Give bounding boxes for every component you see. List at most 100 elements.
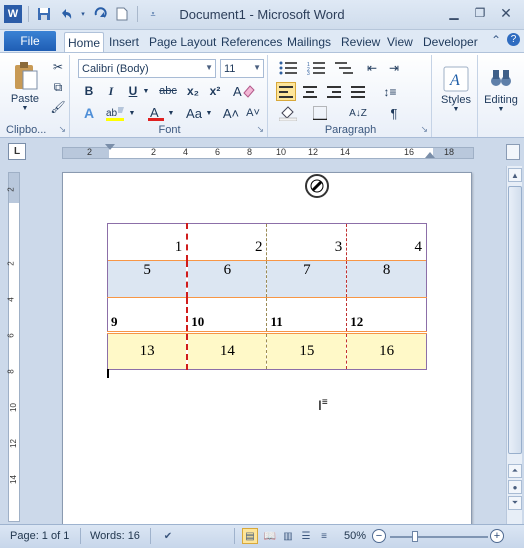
zoom-in-button[interactable]: + bbox=[490, 529, 504, 543]
chevron-down-icon[interactable]: ▼ bbox=[142, 86, 150, 96]
subscript-button[interactable]: x₂ bbox=[184, 82, 202, 100]
superscript-button[interactable]: x² bbox=[206, 82, 224, 100]
grow-font-button[interactable]: A˄ bbox=[222, 104, 240, 122]
tab-home[interactable]: Home bbox=[64, 32, 105, 52]
justify-icon[interactable] bbox=[348, 82, 368, 101]
font-size-combo[interactable]: 11 ▼ bbox=[220, 59, 264, 78]
word-count[interactable]: Words: 16 bbox=[90, 530, 140, 542]
restore-icon[interactable]: ❐ bbox=[468, 4, 492, 22]
word-icon[interactable]: W bbox=[4, 5, 22, 23]
chevron-down-icon[interactable]: ▼ bbox=[205, 108, 213, 118]
vertical-ruler[interactable]: 2 2 4 6 8 10 12 14 bbox=[7, 172, 20, 522]
font-color-icon[interactable]: A bbox=[146, 104, 166, 122]
previous-page-icon[interactable]: ⏶ bbox=[508, 464, 522, 478]
shading-icon[interactable] bbox=[276, 104, 300, 122]
draft-view-icon[interactable]: ≡ bbox=[316, 528, 332, 544]
full-screen-reading-icon[interactable]: 📖 bbox=[262, 528, 278, 544]
clear-formatting-icon[interactable]: A bbox=[230, 82, 258, 100]
outline-view-icon[interactable]: ☰ bbox=[298, 528, 314, 544]
document-page[interactable]: 1 2 3 4 5 6 7 8 9 10 11 12 13 14 15 16 I… bbox=[62, 172, 472, 524]
print-layout-view-icon[interactable]: ▤ bbox=[242, 528, 258, 544]
minimize-ribbon-icon[interactable]: ⌃ bbox=[491, 33, 501, 47]
table-cell[interactable]: 11 bbox=[266, 297, 347, 334]
borders-icon[interactable] bbox=[308, 104, 332, 122]
table-cell[interactable]: 8 bbox=[346, 260, 427, 298]
decrease-indent-icon[interactable]: ⇤ bbox=[362, 59, 382, 77]
save-icon[interactable] bbox=[35, 5, 53, 23]
table-cell[interactable]: 16 bbox=[346, 332, 427, 370]
highlight-color-icon[interactable]: ab bbox=[104, 104, 128, 122]
undo-icon[interactable] bbox=[57, 5, 75, 23]
view-ruler-icon[interactable] bbox=[506, 144, 520, 160]
web-layout-icon[interactable]: ▥ bbox=[280, 528, 296, 544]
table-cell[interactable]: 2 bbox=[186, 223, 267, 261]
new-doc-icon[interactable] bbox=[113, 5, 131, 23]
horizontal-ruler[interactable]: 2 2 4 6 8 10 12 14 16 18 bbox=[62, 144, 474, 159]
line-spacing-icon[interactable]: ↕≡ bbox=[378, 82, 402, 101]
text-effects-icon[interactable]: A bbox=[80, 104, 98, 122]
table-cell[interactable]: 1 bbox=[107, 223, 188, 261]
table-cell[interactable]: 15 bbox=[266, 332, 347, 370]
multilevel-list-icon[interactable] bbox=[332, 59, 356, 77]
chevron-down-icon[interactable]: ▼ bbox=[205, 63, 213, 72]
align-center-icon[interactable] bbox=[300, 82, 320, 101]
dialog-launcher-icon[interactable]: ↘ bbox=[58, 124, 66, 135]
help-icon[interactable]: ? bbox=[507, 33, 520, 46]
table-cell[interactable]: 12 bbox=[346, 297, 427, 334]
page-count[interactable]: Page: 1 of 1 bbox=[10, 530, 69, 542]
font-family-combo[interactable]: Calibri (Body) ▼ bbox=[78, 59, 216, 78]
tab-insert[interactable]: Insert bbox=[106, 32, 142, 52]
scroll-up-icon[interactable]: ▲ bbox=[508, 168, 522, 182]
right-indent-marker-icon[interactable] bbox=[425, 152, 435, 158]
redo-icon[interactable] bbox=[91, 5, 109, 23]
align-left-icon[interactable] bbox=[276, 82, 296, 101]
tab-developer[interactable]: Developer bbox=[420, 32, 481, 52]
tab-mailings[interactable]: Mailings bbox=[284, 32, 334, 52]
table-cell[interactable]: 7 bbox=[266, 260, 347, 298]
change-case-button[interactable]: Aa bbox=[182, 104, 206, 122]
increase-indent-icon[interactable]: ⇥ bbox=[384, 59, 404, 77]
tab-file[interactable]: File bbox=[4, 31, 56, 51]
bullets-icon[interactable] bbox=[276, 59, 300, 77]
show-formatting-button[interactable]: ¶ bbox=[384, 104, 404, 122]
paste-button[interactable]: Paste ▼ bbox=[8, 57, 42, 115]
shrink-font-button[interactable]: A˅ bbox=[244, 104, 262, 122]
table-cell[interactable]: 6 bbox=[186, 260, 267, 298]
styles-button[interactable]: A Styles ▼ bbox=[436, 59, 476, 119]
editing-button[interactable]: Editing ▼ bbox=[480, 59, 522, 119]
tab-review[interactable]: Review bbox=[338, 32, 383, 52]
copy-icon[interactable]: ⧉ bbox=[50, 79, 66, 95]
customize-qat-icon[interactable]: ⩡ bbox=[144, 5, 162, 23]
scroll-thumb[interactable] bbox=[508, 186, 522, 454]
zoom-out-button[interactable]: − bbox=[372, 529, 386, 543]
document-area[interactable]: 1 2 3 4 5 6 7 8 9 10 11 12 13 14 15 16 I… bbox=[24, 166, 506, 524]
table-move-handle-icon[interactable] bbox=[305, 174, 329, 198]
tab-view[interactable]: View bbox=[384, 32, 416, 52]
table-cell[interactable]: 10 bbox=[186, 297, 267, 334]
next-page-icon[interactable]: ⏷ bbox=[508, 496, 522, 510]
zoom-slider[interactable] bbox=[390, 531, 488, 542]
zoom-level[interactable]: 50% bbox=[344, 530, 366, 542]
chevron-down-icon[interactable]: ▼ bbox=[167, 108, 175, 118]
numbering-icon[interactable]: 123 bbox=[304, 59, 328, 77]
table-cell[interactable]: 4 bbox=[346, 223, 427, 261]
table-cell[interactable]: 3 bbox=[266, 223, 347, 261]
table-cell[interactable]: 14 bbox=[186, 332, 267, 370]
chevron-down-icon[interactable]: ▼ bbox=[128, 108, 136, 118]
bold-button[interactable]: B bbox=[80, 82, 98, 100]
format-painter-icon[interactable]: 🖌 bbox=[50, 99, 66, 115]
tab-selector[interactable]: L bbox=[8, 143, 26, 160]
italic-button[interactable]: I bbox=[102, 82, 120, 100]
table-cell[interactable]: 13 bbox=[107, 332, 188, 370]
sort-icon[interactable]: A↓Z bbox=[346, 104, 370, 122]
vertical-scrollbar[interactable]: ▲ ⏶ ● ⏷ bbox=[506, 166, 522, 524]
undo-dropdown-icon[interactable]: ▾ bbox=[79, 5, 87, 23]
strikethrough-button[interactable]: abc bbox=[156, 82, 180, 100]
underline-button[interactable]: U bbox=[124, 82, 142, 100]
align-right-icon[interactable] bbox=[324, 82, 344, 101]
proofing-icon[interactable]: ✔ bbox=[160, 528, 176, 544]
indent-marker-icon[interactable] bbox=[105, 144, 115, 150]
tab-page-layout[interactable]: Page Layout bbox=[146, 32, 219, 52]
minimize-icon[interactable]: ▁ bbox=[442, 4, 466, 22]
zoom-slider-thumb[interactable] bbox=[411, 531, 418, 542]
